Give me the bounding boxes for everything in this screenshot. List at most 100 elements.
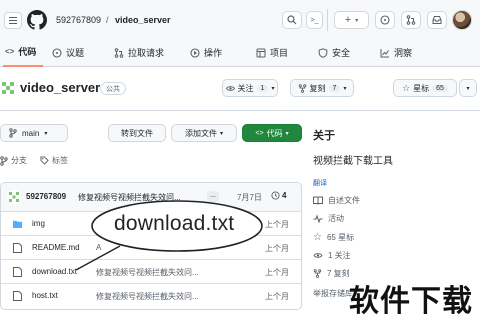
- branch-select-button[interactable]: main ▾: [0, 124, 68, 142]
- callout-text: download.txt: [114, 212, 235, 235]
- plus-icon: +: [344, 14, 352, 26]
- about-heading: 关于: [313, 130, 335, 142]
- repo-name-link[interactable]: video_server: [115, 15, 171, 25]
- fork-button[interactable]: 复刻 7 ▾: [290, 79, 354, 97]
- commit-author[interactable]: 592767809: [26, 192, 66, 201]
- tab-label: 操作: [204, 48, 223, 58]
- readme-link[interactable]: 自述文件: [313, 195, 360, 206]
- stars-link[interactable]: ☆ 65 星标: [313, 232, 354, 243]
- tab-actions[interactable]: 操作: [190, 38, 222, 67]
- tab-label: 拉取请求: [128, 48, 165, 58]
- code-button-label: 代码: [266, 128, 283, 138]
- star-label: 星标: [413, 83, 430, 93]
- caret-down-icon: ▾: [285, 130, 289, 137]
- eye-icon: [313, 253, 323, 258]
- pull-requests-button[interactable]: [401, 11, 421, 29]
- tab-label: 洞察: [394, 48, 413, 58]
- tab-code[interactable]: <> 代码: [3, 38, 43, 67]
- command-palette-button[interactable]: >_: [306, 11, 323, 29]
- identicon-icon: [0, 80, 16, 96]
- activity-link[interactable]: 活动: [313, 213, 344, 224]
- callout-bubble-outline: [75, 200, 263, 271]
- code-icon: <>: [255, 129, 264, 137]
- readme-label: 自述文件: [328, 196, 360, 205]
- star-list-button[interactable]: ▾: [459, 79, 477, 97]
- git-branch-icon: [0, 155, 8, 166]
- report-repository-link[interactable]: 举报存储库: [313, 288, 353, 299]
- go-to-file-label: 转到文件: [121, 128, 153, 138]
- repo-title[interactable]: video_server: [20, 80, 100, 95]
- book-icon: [313, 196, 323, 205]
- graph-icon: [380, 48, 389, 57]
- stars-label: 65 星标: [326, 233, 355, 242]
- folder-icon: [13, 220, 22, 229]
- repo-forked-icon: [313, 269, 322, 278]
- caret-down-icon: ▾: [44, 130, 48, 137]
- commit-author-avatar: [7, 190, 21, 204]
- forks-link[interactable]: 7 复刻: [313, 268, 350, 279]
- tab-pull-requests[interactable]: 拉取请求: [114, 38, 164, 67]
- identicon-icon: [9, 192, 19, 202]
- translate-link[interactable]: 翻译: [313, 178, 327, 188]
- hamburger-menu-icon[interactable]: [4, 12, 22, 29]
- watch-label: 关注: [237, 83, 254, 93]
- caret-down-icon: ▾: [355, 17, 359, 24]
- commit-history-link[interactable]: 4: [271, 191, 286, 200]
- add-file-button[interactable]: 添加文件 ▾: [171, 124, 237, 142]
- caret-down-icon: ▾: [219, 130, 223, 137]
- branches-link[interactable]: 分支: [0, 155, 27, 166]
- table-icon: [256, 48, 266, 57]
- terminal-icon: >_: [310, 16, 319, 24]
- tab-label: 议题: [66, 48, 85, 58]
- activity-label: 活动: [328, 214, 344, 223]
- code-button[interactable]: <> 代码 ▾: [242, 124, 302, 142]
- history-icon: [271, 191, 280, 200]
- file-time: 上个月: [265, 292, 289, 301]
- inbox-icon: [432, 16, 442, 24]
- file-row[interactable]: host.txt 修复视频号视频拦截失效问... 上个月: [1, 283, 301, 307]
- pull-request-icon: [406, 15, 416, 25]
- watchers-link[interactable]: 1 关注: [313, 250, 351, 261]
- add-file-label: 添加文件: [184, 128, 217, 138]
- file-icon: [13, 291, 22, 301]
- inbox-button[interactable]: [427, 11, 447, 29]
- star-icon: ☆: [313, 232, 322, 243]
- caret-down-icon: ▾: [466, 85, 470, 92]
- branches-label: 分支: [11, 156, 27, 165]
- caret-down-icon: ▾: [343, 85, 347, 92]
- search-button[interactable]: [282, 11, 302, 29]
- file-icon: [13, 243, 22, 253]
- go-to-file-button[interactable]: 转到文件: [108, 124, 166, 142]
- tags-label: 标签: [52, 156, 68, 165]
- file-commit-message[interactable]: 修复视频号视频拦截失效问...: [96, 291, 199, 302]
- issues-button[interactable]: [375, 11, 395, 29]
- issue-opened-icon: [380, 15, 390, 25]
- tab-issues[interactable]: 议题: [52, 38, 84, 67]
- path-separator: /: [106, 15, 109, 25]
- star-icon: ☆: [402, 82, 411, 93]
- fork-count: 7: [328, 84, 341, 92]
- file-name[interactable]: img: [32, 219, 45, 228]
- github-logo-icon[interactable]: [27, 10, 47, 30]
- tab-insights[interactable]: 洞察: [380, 38, 412, 67]
- tab-security[interactable]: 安全: [318, 38, 350, 67]
- pull-request-icon: [114, 47, 124, 58]
- file-name[interactable]: host.txt: [32, 291, 58, 300]
- fork-label: 复刻: [309, 83, 326, 93]
- repo-owner-avatar: [0, 80, 16, 96]
- watch-count: 1: [256, 84, 269, 92]
- create-new-button[interactable]: + ▾: [334, 11, 369, 29]
- git-branch-icon: [9, 128, 17, 138]
- user-avatar[interactable]: [452, 10, 472, 30]
- tab-label: 安全: [332, 48, 351, 58]
- code-icon: <>: [5, 47, 15, 56]
- watchers-label: 1 关注: [328, 251, 351, 260]
- repo-owner-link[interactable]: 592767809: [56, 15, 101, 25]
- watch-button[interactable]: 关注 1 ▾: [222, 79, 278, 97]
- tags-link[interactable]: 标签: [40, 155, 68, 166]
- pulse-icon: [313, 214, 323, 223]
- tab-projects[interactable]: 项目: [256, 38, 288, 67]
- star-button[interactable]: ☆ 星标 65: [393, 79, 457, 97]
- play-circle-icon: [190, 47, 200, 58]
- eye-icon: [225, 85, 235, 91]
